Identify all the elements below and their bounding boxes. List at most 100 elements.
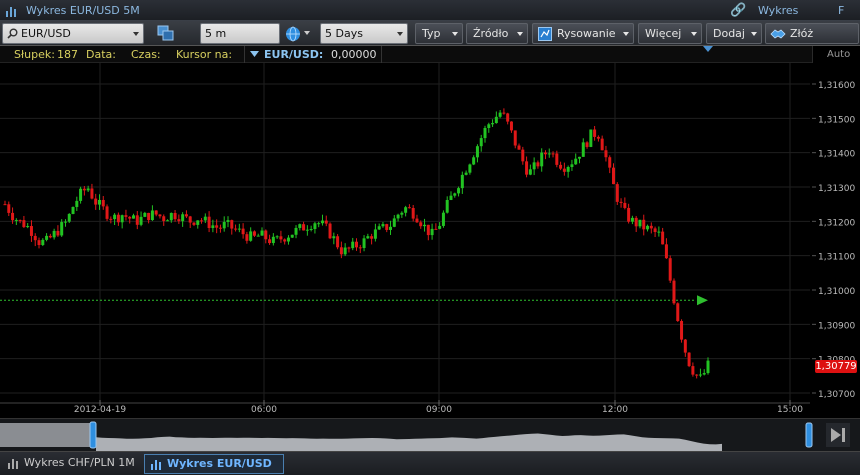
candle-body — [664, 244, 668, 259]
candle-body — [695, 374, 699, 376]
candle-body — [184, 214, 188, 217]
candle-body — [396, 214, 400, 219]
navigator-left-handle[interactable] — [89, 421, 97, 449]
candle-body — [509, 121, 513, 131]
range-select[interactable]: 5 Days — [320, 23, 408, 44]
y-tick-label: 1,31600 — [818, 81, 855, 91]
candle-body — [317, 223, 321, 225]
candle-body — [339, 247, 343, 255]
candle-body — [332, 236, 336, 239]
candle-body — [324, 220, 328, 224]
candle-body — [309, 228, 313, 230]
reference-marker — [697, 295, 708, 306]
candle-body — [683, 339, 687, 353]
y-tick-label: 1,31100 — [818, 253, 855, 263]
handshake-icon — [770, 29, 786, 39]
candle-body — [237, 228, 241, 230]
interval-select[interactable]: 5 m — [200, 23, 280, 44]
candle-body — [596, 136, 600, 139]
candle-body — [502, 112, 506, 114]
chevron-down-icon[interactable] — [304, 31, 310, 35]
navigator-right-handle[interactable] — [805, 422, 813, 448]
candle-body — [623, 202, 627, 208]
candle-body — [18, 219, 22, 221]
candle-body — [612, 167, 616, 185]
candle-body — [532, 162, 536, 170]
candle-body — [506, 113, 510, 122]
candle-body — [3, 204, 7, 206]
chart-menu-label[interactable]: Wykres — [758, 4, 798, 17]
candle-body — [630, 217, 634, 222]
candle-body — [373, 229, 377, 239]
symbol-select[interactable]: EUR/USD — [2, 23, 144, 44]
link-icon[interactable]: 🔗 — [730, 3, 746, 18]
source-button[interactable]: Źródło — [466, 23, 528, 44]
globe-icon[interactable] — [285, 26, 301, 42]
candle-body — [22, 220, 26, 228]
candle-body — [604, 150, 608, 158]
candle-body — [600, 138, 604, 151]
candle-body — [71, 206, 75, 214]
candle-body — [41, 239, 45, 246]
navigator[interactable] — [0, 418, 860, 452]
candle-body — [619, 201, 623, 203]
more-button[interactable]: Więcej — [638, 23, 702, 44]
candle-body — [415, 218, 419, 223]
add-button[interactable]: Dodaj — [706, 23, 762, 44]
candle-body — [313, 223, 317, 229]
candle-body — [169, 212, 173, 221]
tab-chart-chfpln[interactable]: Wykres CHF/PLN 1M — [2, 454, 140, 474]
candle-body — [370, 236, 374, 239]
candle-body — [275, 236, 279, 238]
search-icon — [7, 28, 18, 39]
candle-body — [676, 303, 680, 322]
candle-body — [430, 228, 434, 236]
candle-body — [196, 220, 200, 225]
candle-body — [577, 156, 581, 159]
drawing-button[interactable]: Rysowanie — [532, 23, 634, 44]
candle-body — [116, 214, 120, 223]
candle-body — [528, 169, 532, 175]
candle-body — [638, 219, 642, 227]
tab-chart-eurusd[interactable]: Wykres EUR/USD 5M — [144, 454, 284, 474]
candle-body — [241, 228, 245, 235]
candle-body — [222, 221, 226, 229]
candle-body — [215, 225, 219, 228]
candle-body — [434, 228, 438, 230]
candle-body — [377, 226, 381, 230]
candle-body — [60, 222, 64, 236]
candle-body — [14, 219, 18, 221]
info-bar: Słupek: 187 Data: Czas: Kursor na: EUR/U… — [0, 46, 812, 63]
candle-body — [181, 214, 185, 222]
multi-window-icon[interactable] — [157, 25, 175, 42]
candlestick-chart[interactable]: 1,31600 1,31500 1,31400 1,31300 1,31200 1,311… — [0, 63, 860, 418]
candle-body — [294, 227, 298, 235]
candle-body — [358, 247, 362, 249]
candle-body — [513, 130, 517, 146]
pair-readout[interactable]: EUR/USD: 0,00000 — [244, 46, 382, 63]
candle-body — [672, 280, 676, 304]
candle-body — [139, 216, 143, 225]
candle-body — [150, 210, 154, 221]
y-tick-label: 1,31300 — [818, 184, 855, 194]
y-tick-label: 1,30900 — [818, 321, 855, 331]
candle-body — [249, 231, 253, 241]
navigator-selection[interactable] — [0, 423, 93, 447]
x-tick-label: 12:00 — [602, 405, 628, 415]
candle-body — [52, 230, 56, 238]
navigator-overview[interactable] — [0, 419, 860, 452]
scroll-end-icon[interactable] — [826, 423, 850, 447]
candle-body — [438, 225, 442, 229]
candle-body — [559, 164, 563, 169]
window-letter[interactable]: F — [838, 4, 844, 17]
chart-tab-icon — [8, 459, 18, 469]
candle-body — [256, 235, 260, 237]
auto-scale-label[interactable]: Auto — [827, 49, 850, 60]
candle-body — [555, 153, 559, 165]
x-tick-label: 2012-04-19 — [74, 405, 127, 415]
place-order-button[interactable]: Złóż zlecenie — [765, 23, 859, 59]
type-button[interactable]: Typ — [415, 23, 463, 44]
pair-value: 0,00000 — [331, 48, 377, 61]
candle-body — [63, 221, 67, 223]
candle-body — [687, 352, 691, 367]
